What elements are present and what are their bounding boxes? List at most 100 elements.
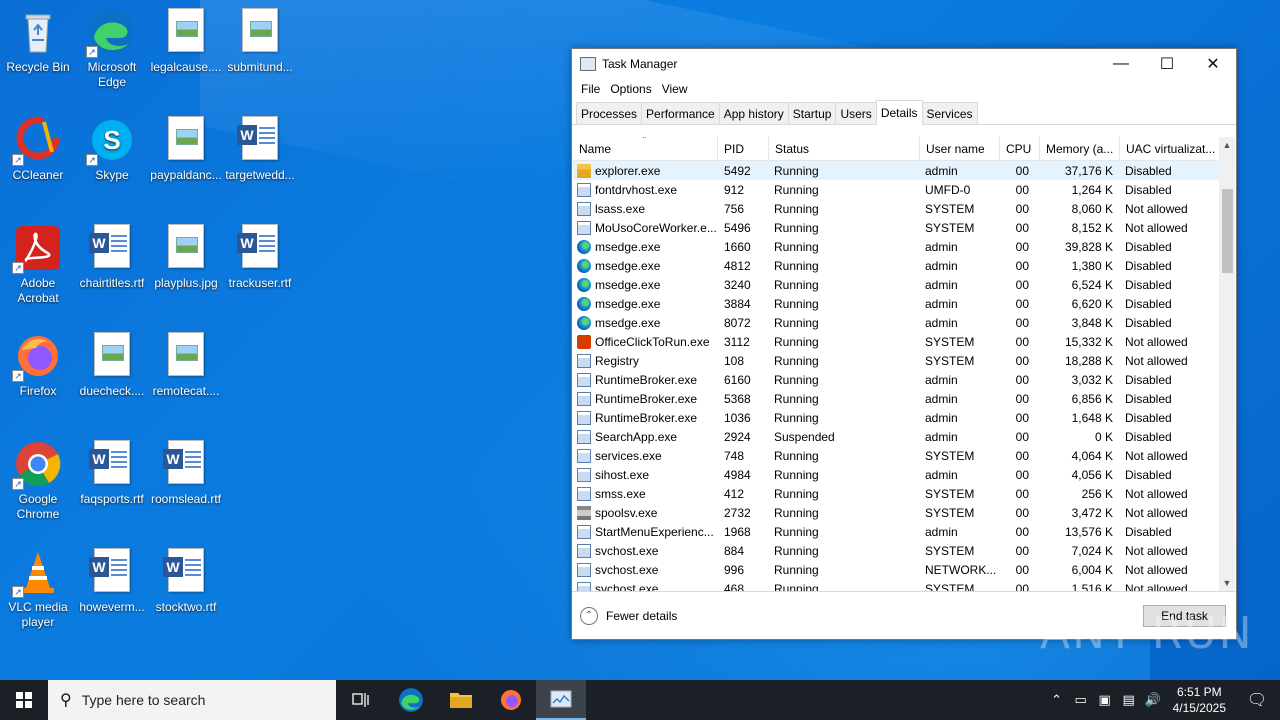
- clock[interactable]: 6:51 PM 4/15/2025: [1165, 684, 1234, 716]
- desktop-icon-ccleaner[interactable]: ↗ CCleaner: [0, 116, 76, 183]
- process-uac: Not allowed: [1125, 353, 1188, 368]
- application-icon: [577, 448, 591, 463]
- desktop-icon-recycle-bin[interactable]: Recycle Bin: [0, 8, 76, 75]
- table-row[interactable]: StartMenuExperienc... 1968 Running admin 00 1…: [573, 522, 1219, 541]
- desktop-icon-firefox[interactable]: ↗ Firefox: [0, 332, 76, 399]
- table-row[interactable]: MoUsoCoreWorker.e... 5496 Running SYSTEM 00 8…: [573, 218, 1219, 237]
- taskbar-file-explorer-button[interactable]: [436, 680, 486, 720]
- process-memory: 3,032 K: [1071, 372, 1113, 387]
- vertical-scrollbar[interactable]: ▲ ▼: [1219, 137, 1235, 591]
- desktop-icon-duecheck[interactable]: duecheck....: [74, 332, 150, 399]
- column-header-uac[interactable]: UAC virtualizat...: [1120, 137, 1220, 161]
- table-row[interactable]: OfficeClickToRun.exe 3112 Running SYSTEM 00 1…: [573, 332, 1219, 351]
- table-row[interactable]: services.exe 748 Running SYSTEM 00 4,064 K Not…: [573, 446, 1219, 465]
- process-status: Running: [774, 524, 819, 539]
- clock-time: 6:51 PM: [1176, 685, 1222, 699]
- table-row[interactable]: spoolsv.exe 2732 Running SYSTEM 00 3,472 K Not…: [573, 503, 1219, 522]
- tab-performance[interactable]: Performance: [641, 102, 720, 124]
- desktop-icon-howeverm[interactable]: W howeverm...: [74, 548, 150, 615]
- taskbar-search-box[interactable]: ⚲ Type here to search: [48, 680, 336, 720]
- maximize-button[interactable]: ☐: [1144, 49, 1190, 79]
- desktop-icon-targetwedd[interactable]: W targetwedd...: [222, 116, 298, 183]
- tablet-icon[interactable]: ▭: [1069, 692, 1093, 708]
- desktop-icon-faqsports[interactable]: W faqsports.rtf: [74, 440, 150, 507]
- column-header-user-name[interactable]: User name: [920, 137, 1000, 161]
- table-row[interactable]: fontdrvhost.exe 912 Running UMFD-0 00 1,264 K…: [573, 180, 1219, 199]
- table-row[interactable]: smss.exe 412 Running SYSTEM 00 256 K Not allow…: [573, 484, 1219, 503]
- table-row[interactable]: RuntimeBroker.exe 6160 Running admin 00 3,032…: [573, 370, 1219, 389]
- menu-view[interactable]: View: [657, 82, 693, 96]
- desktop-icon-vlc[interactable]: ↗ VLC media player: [0, 548, 76, 630]
- table-row[interactable]: msedge.exe 3884 Running admin 00 6,620 K Disab…: [573, 294, 1219, 313]
- process-user: SYSTEM: [925, 334, 975, 349]
- desktop-icon-playplus[interactable]: playplus.jpg: [148, 224, 224, 291]
- tab-users[interactable]: Users: [835, 102, 877, 124]
- chevron-up-icon[interactable]: ⌃: [1045, 692, 1069, 708]
- tab-startup[interactable]: Startup: [787, 102, 837, 124]
- table-row[interactable]: lsass.exe 756 Running SYSTEM 00 8,060 K Not al…: [573, 199, 1219, 218]
- process-uac: Disabled: [1125, 239, 1172, 254]
- table-row[interactable]: svchost.exe 996 Running NETWORK... 00 6,004 K…: [573, 560, 1219, 579]
- column-header-pid[interactable]: PID: [718, 137, 769, 161]
- table-row[interactable]: SearchApp.exe 2924 Suspended admin 00 0 K Disa…: [573, 427, 1219, 446]
- desktop-icon-stocktwo[interactable]: W stocktwo.rtf: [148, 548, 224, 615]
- title-bar[interactable]: Task Manager — ☐ ✕: [572, 49, 1236, 79]
- tab-services[interactable]: Services: [921, 102, 978, 124]
- fewer-details-toggle[interactable]: ⌃ Fewer details: [580, 606, 677, 625]
- desktop-icon-microsoft-edge[interactable]: ↗ Microsoft Edge: [74, 8, 150, 90]
- icon-label: chairtitles.rtf: [79, 276, 145, 290]
- table-row[interactable]: msedge.exe 4812 Running admin 00 1,380 K Disab…: [573, 256, 1219, 275]
- process-uac: Not allowed: [1125, 486, 1188, 501]
- table-row[interactable]: svchost.exe 468 Running SYSTEM 00 1,516 K Not …: [573, 579, 1219, 591]
- process-uac: Disabled: [1125, 410, 1172, 425]
- table-row[interactable]: msedge.exe 1660 Running admin 00 39,828 K Disa…: [573, 237, 1219, 256]
- volume-icon[interactable]: 🔊: [1141, 692, 1165, 708]
- scroll-thumb[interactable]: [1222, 189, 1233, 273]
- desktop-icon-submitund[interactable]: submitund...: [222, 8, 298, 75]
- scroll-down-icon[interactable]: ▼: [1219, 575, 1235, 591]
- column-header-status[interactable]: Status: [769, 137, 920, 161]
- table-row[interactable]: svchost.exe 884 Running SYSTEM 00 7,024 K Not …: [573, 541, 1219, 560]
- desktop-icon-roomslead[interactable]: W roomslead.rtf: [148, 440, 224, 507]
- tab-app-history[interactable]: App history: [718, 102, 789, 124]
- desktop-icon-chairtitles[interactable]: W chairtitles.rtf: [74, 224, 150, 291]
- task-view-button[interactable]: [336, 680, 386, 720]
- word-document-icon: W: [88, 440, 136, 488]
- table-row[interactable]: Registry 108 Running SYSTEM 00 18,288 K Not al…: [573, 351, 1219, 370]
- taskbar-task-manager-button[interactable]: [536, 680, 586, 720]
- menu-file[interactable]: File: [576, 82, 605, 96]
- menu-options[interactable]: Options: [605, 82, 656, 96]
- process-name-text: fontdrvhost.exe: [595, 182, 678, 197]
- process-cpu: 00: [1015, 315, 1029, 330]
- network-icon[interactable]: ▤: [1117, 692, 1141, 708]
- notification-icon[interactable]: 🗨: [1234, 690, 1280, 710]
- desktop-icon-google-chrome[interactable]: ↗ Google Chrome: [0, 440, 76, 522]
- meet-now-icon[interactable]: ▣: [1093, 692, 1117, 708]
- table-row[interactable]: sihost.exe 4984 Running admin 00 4,056 K Disab…: [573, 465, 1219, 484]
- taskbar-firefox-button[interactable]: [486, 680, 536, 720]
- column-header-cpu[interactable]: CPU: [1000, 137, 1040, 161]
- table-row[interactable]: explorer.exe 5492 Running admin 00 37,176 K Di…: [573, 161, 1219, 180]
- table-row[interactable]: msedge.exe 3240 Running admin 00 6,524 K Disab…: [573, 275, 1219, 294]
- desktop-icon-trackuser[interactable]: W trackuser.rtf: [222, 224, 298, 291]
- desktop-icon-legalcause[interactable]: legalcause....: [148, 8, 224, 75]
- desktop-icon-paypaldanc[interactable]: paypaldanc...: [148, 116, 224, 183]
- table-row[interactable]: msedge.exe 8072 Running admin 00 3,848 K Disab…: [573, 313, 1219, 332]
- tab-processes[interactable]: Processes: [576, 102, 643, 124]
- application-icon: [577, 562, 591, 577]
- table-row[interactable]: RuntimeBroker.exe 5368 Running admin 00 6,856…: [573, 389, 1219, 408]
- edge-icon: [577, 277, 591, 292]
- process-memory: 8,152 K: [1071, 220, 1113, 235]
- scroll-up-icon[interactable]: ▲: [1219, 137, 1235, 153]
- start-button[interactable]: [0, 680, 48, 720]
- desktop-icon-remotecat[interactable]: remotecat....: [148, 332, 224, 399]
- desktop-icon-skype[interactable]: S ↗ Skype: [74, 116, 150, 183]
- taskbar-edge-button[interactable]: [386, 680, 436, 720]
- close-button[interactable]: ✕: [1190, 49, 1236, 79]
- tab-details[interactable]: Details: [875, 100, 923, 125]
- minimize-button[interactable]: —: [1098, 49, 1144, 79]
- desktop-icon-adobe-acrobat[interactable]: ↗ Adobe Acrobat: [0, 224, 76, 306]
- column-header-memory[interactable]: Memory (a...: [1040, 137, 1120, 161]
- icon-label: trackuser.rtf: [228, 276, 292, 290]
- table-row[interactable]: RuntimeBroker.exe 1036 Running admin 00 1,648…: [573, 408, 1219, 427]
